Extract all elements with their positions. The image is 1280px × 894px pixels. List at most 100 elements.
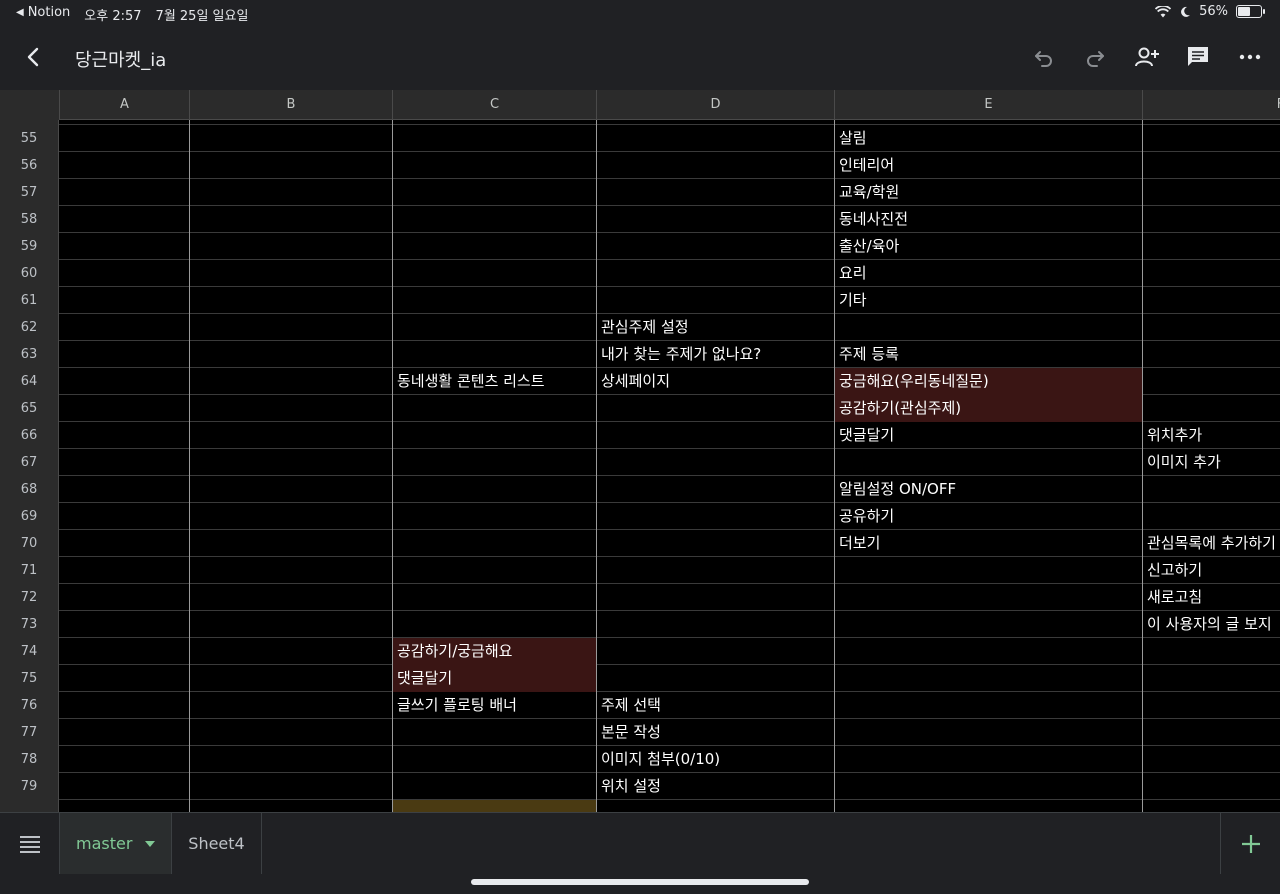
cell-f57[interactable] (1142, 179, 1280, 206)
cell-e77[interactable] (834, 719, 1142, 746)
cell-a66[interactable] (59, 422, 189, 449)
sheet-tab-master[interactable]: master (60, 813, 172, 875)
cell-e74[interactable] (834, 638, 1142, 665)
cell-e71[interactable] (834, 557, 1142, 584)
row-number[interactable]: 59 (0, 233, 59, 260)
cell-b70[interactable] (189, 530, 392, 557)
cell-b67[interactable] (189, 449, 392, 476)
cell-a59[interactable] (59, 233, 189, 260)
row-number[interactable]: 71 (0, 557, 59, 584)
cell-c65[interactable] (392, 395, 596, 422)
cell-f67[interactable]: 이미지 추가 (1142, 449, 1280, 476)
row-number[interactable]: 69 (0, 503, 59, 530)
cell-c75[interactable]: 댓글달기 (392, 665, 596, 692)
cell-c78[interactable] (392, 746, 596, 773)
cell-f59[interactable] (1142, 233, 1280, 260)
back-app-label[interactable]: Notion (28, 5, 71, 24)
cell-c58[interactable] (392, 206, 596, 233)
row-number[interactable]: 79 (0, 773, 59, 800)
cell-c56[interactable] (392, 152, 596, 179)
cell-d64[interactable]: 상세페이지 (596, 368, 834, 395)
cell-b73[interactable] (189, 611, 392, 638)
row-number[interactable]: 70 (0, 530, 59, 557)
row-number[interactable]: 67 (0, 449, 59, 476)
sheet-tab-sheet4[interactable]: Sheet4 (172, 813, 262, 875)
cell-a68[interactable] (59, 476, 189, 503)
row-number[interactable]: 57 (0, 179, 59, 206)
cell-c71[interactable] (392, 557, 596, 584)
cell-f58[interactable] (1142, 206, 1280, 233)
cell-c57[interactable] (392, 179, 596, 206)
cell-c55[interactable] (392, 125, 596, 152)
cell-d70[interactable] (596, 530, 834, 557)
cell-f75[interactable] (1142, 665, 1280, 692)
cell-e55[interactable]: 살림 (834, 125, 1142, 152)
cell-e76[interactable] (834, 692, 1142, 719)
cell-c77[interactable] (392, 719, 596, 746)
home-indicator[interactable] (471, 879, 809, 885)
cell-a78[interactable] (59, 746, 189, 773)
cell-f56[interactable] (1142, 152, 1280, 179)
cell-e61[interactable]: 기타 (834, 287, 1142, 314)
cell-b64[interactable] (189, 368, 392, 395)
cell-a75[interactable] (59, 665, 189, 692)
select-all-corner[interactable] (0, 90, 59, 120)
cell-b66[interactable] (189, 422, 392, 449)
cell-e57[interactable]: 교육/학원 (834, 179, 1142, 206)
cell-d61[interactable] (596, 287, 834, 314)
cell-c63[interactable] (392, 341, 596, 368)
row-number[interactable]: 75 (0, 665, 59, 692)
cell-b61[interactable] (189, 287, 392, 314)
cell-e70[interactable]: 더보기 (834, 530, 1142, 557)
column-header-c[interactable]: C (392, 90, 596, 120)
cell-f74[interactable] (1142, 638, 1280, 665)
cell-e78[interactable] (834, 746, 1142, 773)
back-to-app-icon[interactable]: ◀ (16, 7, 24, 26)
cell-c-partial[interactable] (392, 800, 596, 812)
cell-d73[interactable] (596, 611, 834, 638)
add-sheet-button[interactable] (1220, 813, 1280, 875)
row-number[interactable]: 76 (0, 692, 59, 719)
cell-d68[interactable] (596, 476, 834, 503)
cell-a64[interactable] (59, 368, 189, 395)
cell-d69[interactable] (596, 503, 834, 530)
cell-e62[interactable] (834, 314, 1142, 341)
cell-c70[interactable] (392, 530, 596, 557)
cell-d57[interactable] (596, 179, 834, 206)
row-number[interactable]: 73 (0, 611, 59, 638)
row-number[interactable]: 66 (0, 422, 59, 449)
cell-b60[interactable] (189, 260, 392, 287)
cell-d78[interactable]: 이미지 첨부(0/10) (596, 746, 834, 773)
row-number[interactable]: 58 (0, 206, 59, 233)
cell-b76[interactable] (189, 692, 392, 719)
cell-e75[interactable] (834, 665, 1142, 692)
cell-f73[interactable]: 이 사용자의 글 보지 (1142, 611, 1280, 638)
cell-e56[interactable]: 인테리어 (834, 152, 1142, 179)
cell-a70[interactable] (59, 530, 189, 557)
row-number[interactable] (0, 800, 59, 812)
cell-d77[interactable]: 본문 작성 (596, 719, 834, 746)
cell-a69[interactable] (59, 503, 189, 530)
cell-f55[interactable] (1142, 125, 1280, 152)
undo-button[interactable] (1029, 42, 1059, 72)
column-header-d[interactable]: D (596, 90, 834, 120)
cell-a62[interactable] (59, 314, 189, 341)
column-header-f[interactable]: F (1142, 90, 1280, 120)
row-number[interactable]: 61 (0, 287, 59, 314)
cell-c64[interactable]: 동네생활 콘텐츠 리스트 (392, 368, 596, 395)
cell-d74[interactable] (596, 638, 834, 665)
cell-a71[interactable] (59, 557, 189, 584)
cell-a61[interactable] (59, 287, 189, 314)
cell-c74[interactable]: 공감하기/궁금해요 (392, 638, 596, 665)
row-number[interactable]: 74 (0, 638, 59, 665)
cell-d76[interactable]: 주제 선택 (596, 692, 834, 719)
document-title[interactable]: 당근마켓_ia (75, 46, 166, 72)
cell-b65[interactable] (189, 395, 392, 422)
cell-f77[interactable] (1142, 719, 1280, 746)
cell-d62[interactable]: 관심주제 설정 (596, 314, 834, 341)
cell-d67[interactable] (596, 449, 834, 476)
cell-e72[interactable] (834, 584, 1142, 611)
cell-b79[interactable] (189, 773, 392, 800)
column-header-a[interactable]: A (59, 90, 189, 120)
cell-d63[interactable]: 내가 찾는 주제가 없나요? (596, 341, 834, 368)
